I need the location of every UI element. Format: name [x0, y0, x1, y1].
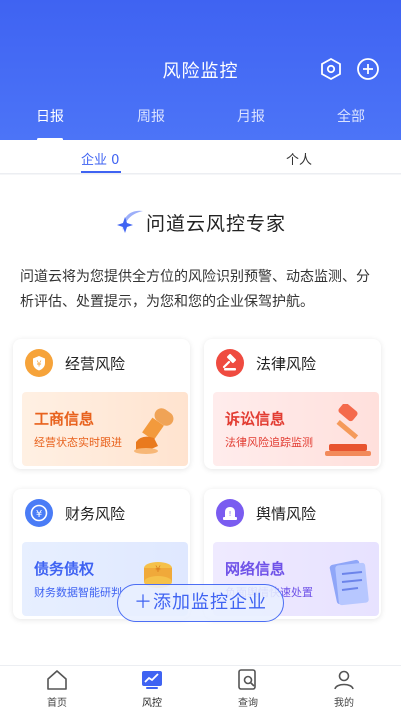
card-title: 舆情风险	[256, 505, 317, 523]
entity-tabs: 企业 0 个人	[0, 140, 401, 174]
alarm-light-icon: !	[216, 499, 244, 527]
plus-circle-icon[interactable]	[356, 57, 380, 81]
card-inner-lawsuit-info[interactable]: 诉讼信息 法律风险追踪监测	[213, 392, 379, 466]
inner-title: 工商信息	[34, 410, 95, 428]
tab-weekly[interactable]: 周报	[121, 106, 181, 126]
card-title: 法律风险	[256, 355, 317, 373]
svg-text:¥: ¥	[155, 565, 161, 575]
card-title: 经营风险	[65, 355, 126, 373]
svg-text:!: !	[229, 510, 232, 518]
sparkle-logo-icon	[115, 205, 149, 239]
subtab-indicator	[81, 171, 121, 173]
inner-subtitle: 财务数据智能研判	[34, 586, 122, 599]
gavel-art-icon	[323, 402, 373, 458]
add-monitor-company-button[interactable]: ＋添加监控企业	[117, 584, 284, 622]
card-legal-risk[interactable]: 法律风险 诉讼信息 法律风险追踪监测	[204, 339, 381, 469]
tab-all[interactable]: 全部	[321, 106, 381, 126]
nav-risk-control[interactable]: 风控	[122, 668, 182, 712]
notepad-icon	[323, 554, 373, 608]
bottom-navigation: 首页 风控 查询 我的	[0, 665, 401, 713]
inner-title: 诉讼信息	[225, 410, 286, 428]
stamp-icon	[132, 404, 182, 458]
brand-description: 问道云将为您提供全方位的风险识别预警、动态监测、分析评估、处置提示，为您和您的企…	[20, 269, 370, 310]
header: 风险监控 日报 周报 月报 全部	[0, 0, 401, 141]
inner-title: 网络信息	[225, 560, 286, 578]
inner-title: 债务债权	[34, 560, 95, 578]
tab-monthly[interactable]: 月报	[221, 106, 281, 126]
nav-label: 查询	[238, 698, 258, 709]
nav-mine[interactable]: 我的	[314, 668, 374, 712]
inner-subtitle: 经营状态实时跟进	[34, 436, 122, 449]
yen-circle-icon: ¥	[25, 499, 53, 527]
brand-row: 问道云风控专家	[0, 203, 401, 243]
report-tabs: 日报 周报 月报 全部	[0, 106, 401, 141]
home-icon	[47, 670, 67, 690]
search-document-icon	[238, 669, 256, 690]
card-inner-business-info[interactable]: 工商信息 经营状态实时跟进	[22, 392, 188, 466]
user-icon	[334, 670, 354, 690]
brand-name: 问道云风控专家	[146, 213, 287, 235]
svg-text:¥: ¥	[36, 360, 41, 369]
nav-label: 风控	[142, 698, 162, 709]
card-title: 财务风险	[65, 505, 126, 523]
nav-home[interactable]: 首页	[27, 668, 87, 712]
inner-subtitle: 法律风险追踪监测	[225, 436, 313, 449]
gavel-icon	[216, 349, 244, 377]
card-business-risk[interactable]: ¥ 经营风险 工商信息 经营状态实时跟进	[13, 339, 190, 469]
nav-search[interactable]: 查询	[218, 668, 278, 712]
hexagon-settings-icon[interactable]	[319, 57, 343, 81]
tab-daily[interactable]: 日报	[20, 106, 80, 126]
shield-badge-icon: ¥	[25, 349, 53, 377]
nav-label: 首页	[47, 698, 67, 709]
subtab-company[interactable]: 企业 0	[81, 149, 119, 168]
subtab-person[interactable]: 个人	[286, 149, 312, 168]
nav-label: 我的	[334, 698, 354, 709]
svg-text:¥: ¥	[36, 509, 42, 520]
chart-monitor-icon	[142, 671, 162, 689]
